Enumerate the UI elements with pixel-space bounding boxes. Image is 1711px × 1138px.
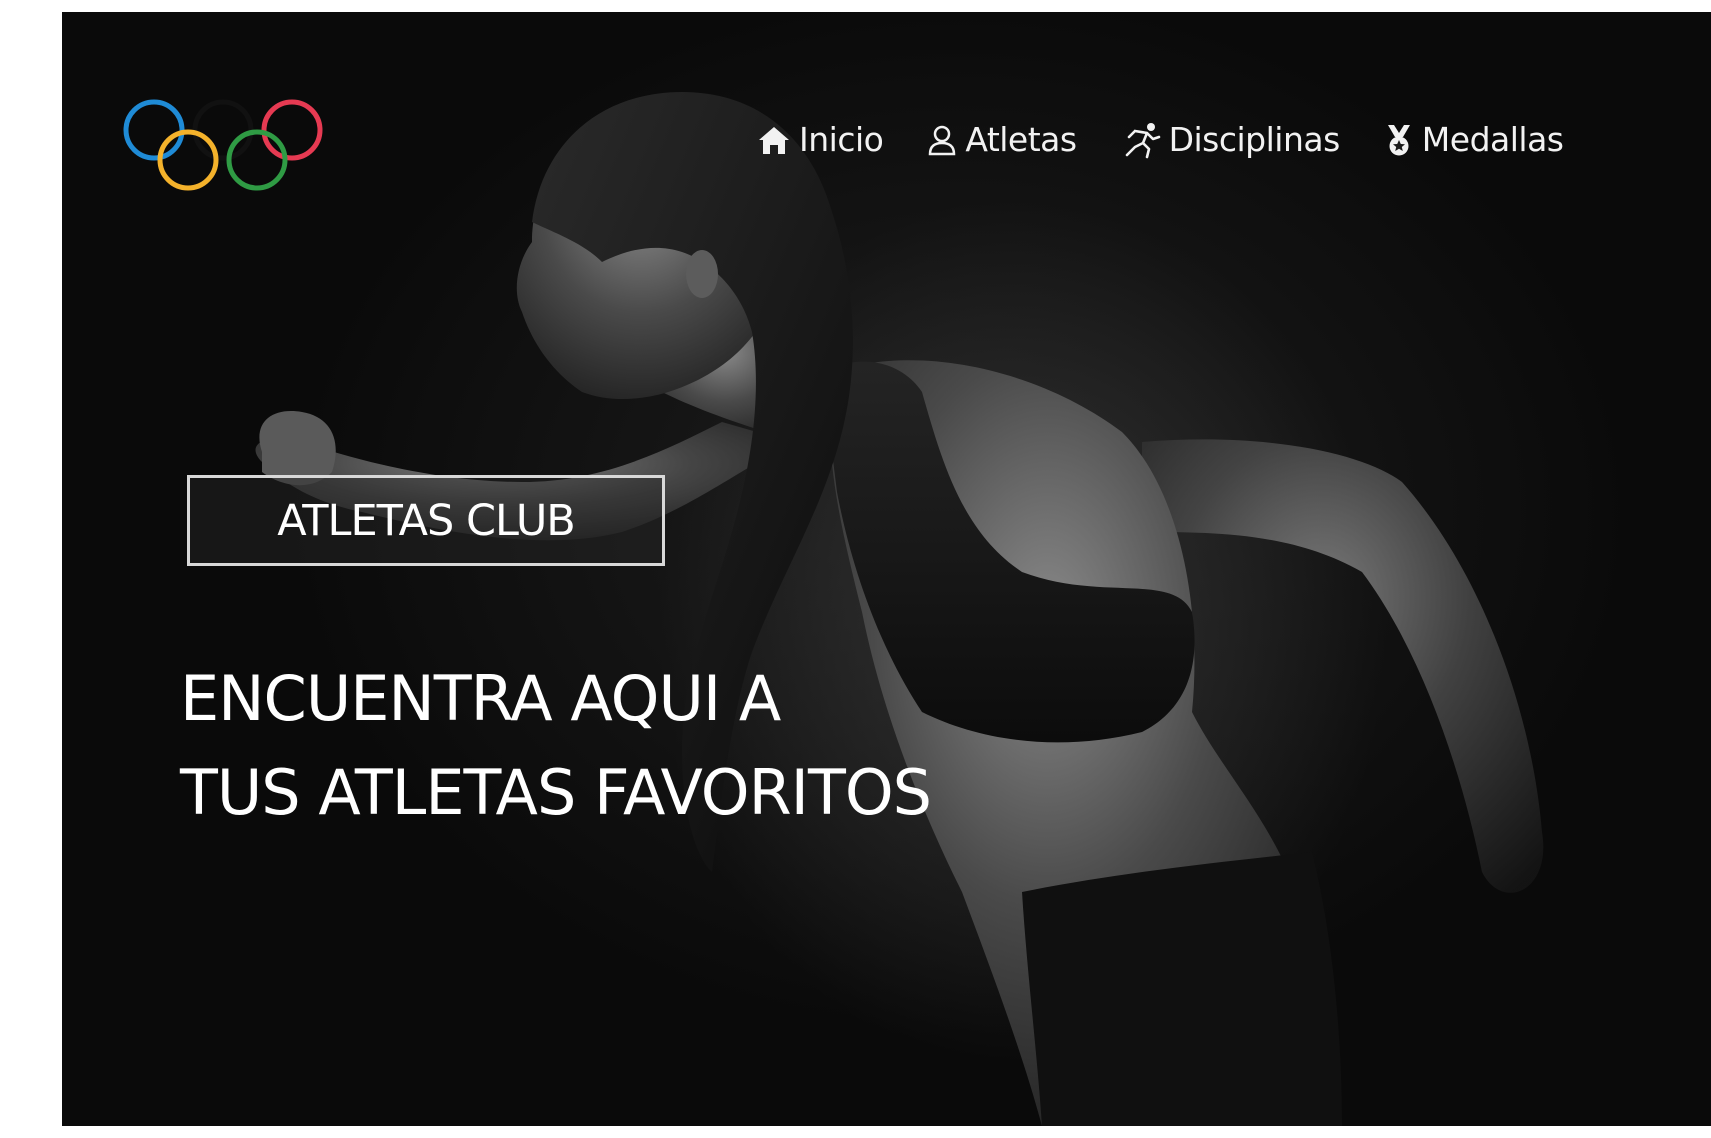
nav-item-disciplinas[interactable]: Disciplinas: [1121, 120, 1340, 159]
nav-item-medallas[interactable]: Medallas: [1384, 120, 1564, 159]
nav-label-atletas: Atletas: [965, 120, 1077, 159]
club-badge: ATLETAS CLUB: [187, 475, 665, 566]
ring-black: [192, 99, 254, 161]
runner-icon: [1125, 122, 1160, 158]
ring-blue: [123, 99, 185, 161]
hero-section: Inicio Atletas Disciplinas Medallas ATLE…: [62, 12, 1711, 1126]
ring-yellow: [157, 129, 219, 191]
main-nav: Inicio Atletas Disciplinas Medallas: [757, 120, 1564, 159]
nav-label-inicio: Inicio: [799, 120, 884, 159]
nav-item-atletas[interactable]: Atletas: [927, 120, 1077, 159]
medal-icon: [1387, 124, 1410, 155]
nav-label-medallas: Medallas: [1421, 120, 1564, 159]
ring-red: [261, 99, 323, 161]
home-icon: [759, 126, 789, 154]
hero-headline: ENCUENTRA AQUI A TUS ATLETAS FAVORITOS: [180, 652, 932, 840]
nav-item-inicio[interactable]: Inicio: [757, 120, 884, 159]
nav-label-disciplinas: Disciplinas: [1168, 120, 1341, 159]
headline-line-2: TUS ATLETAS FAVORITOS: [180, 756, 932, 829]
ring-green: [226, 129, 288, 191]
headline-line-1: ENCUENTRA AQUI A: [180, 662, 781, 735]
olympic-rings-icon[interactable]: [120, 98, 330, 208]
user-icon: [929, 125, 956, 155]
